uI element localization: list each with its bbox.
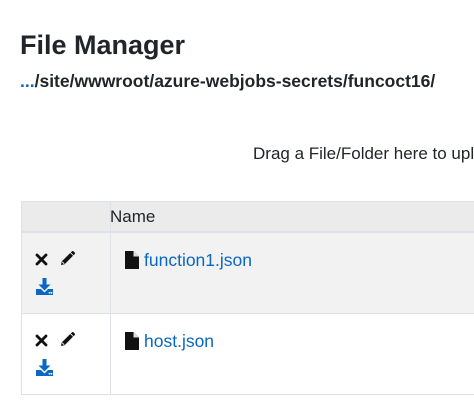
- download-icon[interactable]: [35, 358, 54, 377]
- row-actions-cell: [21, 314, 111, 394]
- table-header: Name: [21, 202, 474, 233]
- edit-icon[interactable]: [58, 250, 76, 268]
- download-icon[interactable]: [35, 277, 54, 296]
- breadcrumb: .../site/wwwroot/azure-webjobs-secrets/f…: [20, 70, 435, 92]
- edit-icon[interactable]: [58, 331, 76, 349]
- table-row: host.json: [21, 314, 474, 395]
- row-actions-cell: [21, 233, 111, 313]
- drop-zone[interactable]: Drag a File/Folder here to upload: [253, 143, 474, 165]
- delete-icon[interactable]: [35, 334, 48, 347]
- row-name-cell: function1.json: [111, 233, 474, 313]
- file-manager-page: File Manager .../site/wwwroot/azure-webj…: [0, 0, 474, 419]
- file-link[interactable]: host.json: [144, 330, 214, 352]
- file-link[interactable]: function1.json: [144, 249, 252, 271]
- file-icon: [125, 251, 139, 269]
- file-entry: function1.json: [125, 249, 252, 271]
- breadcrumb-root-link[interactable]: ...: [20, 71, 35, 91]
- column-header-name-label: Name: [110, 207, 156, 226]
- file-entry: host.json: [125, 330, 214, 352]
- breadcrumb-path: /site/wwwroot/azure-webjobs-secrets/func…: [34, 71, 436, 91]
- file-table: Name function1.json host.json: [21, 201, 474, 395]
- column-header-name: Name: [110, 202, 474, 231]
- file-icon: [125, 332, 139, 350]
- row-name-cell: host.json: [111, 314, 474, 394]
- delete-icon[interactable]: [35, 253, 48, 266]
- table-row: function1.json: [21, 233, 474, 314]
- page-title: File Manager: [20, 30, 186, 60]
- column-header-actions: [21, 202, 111, 231]
